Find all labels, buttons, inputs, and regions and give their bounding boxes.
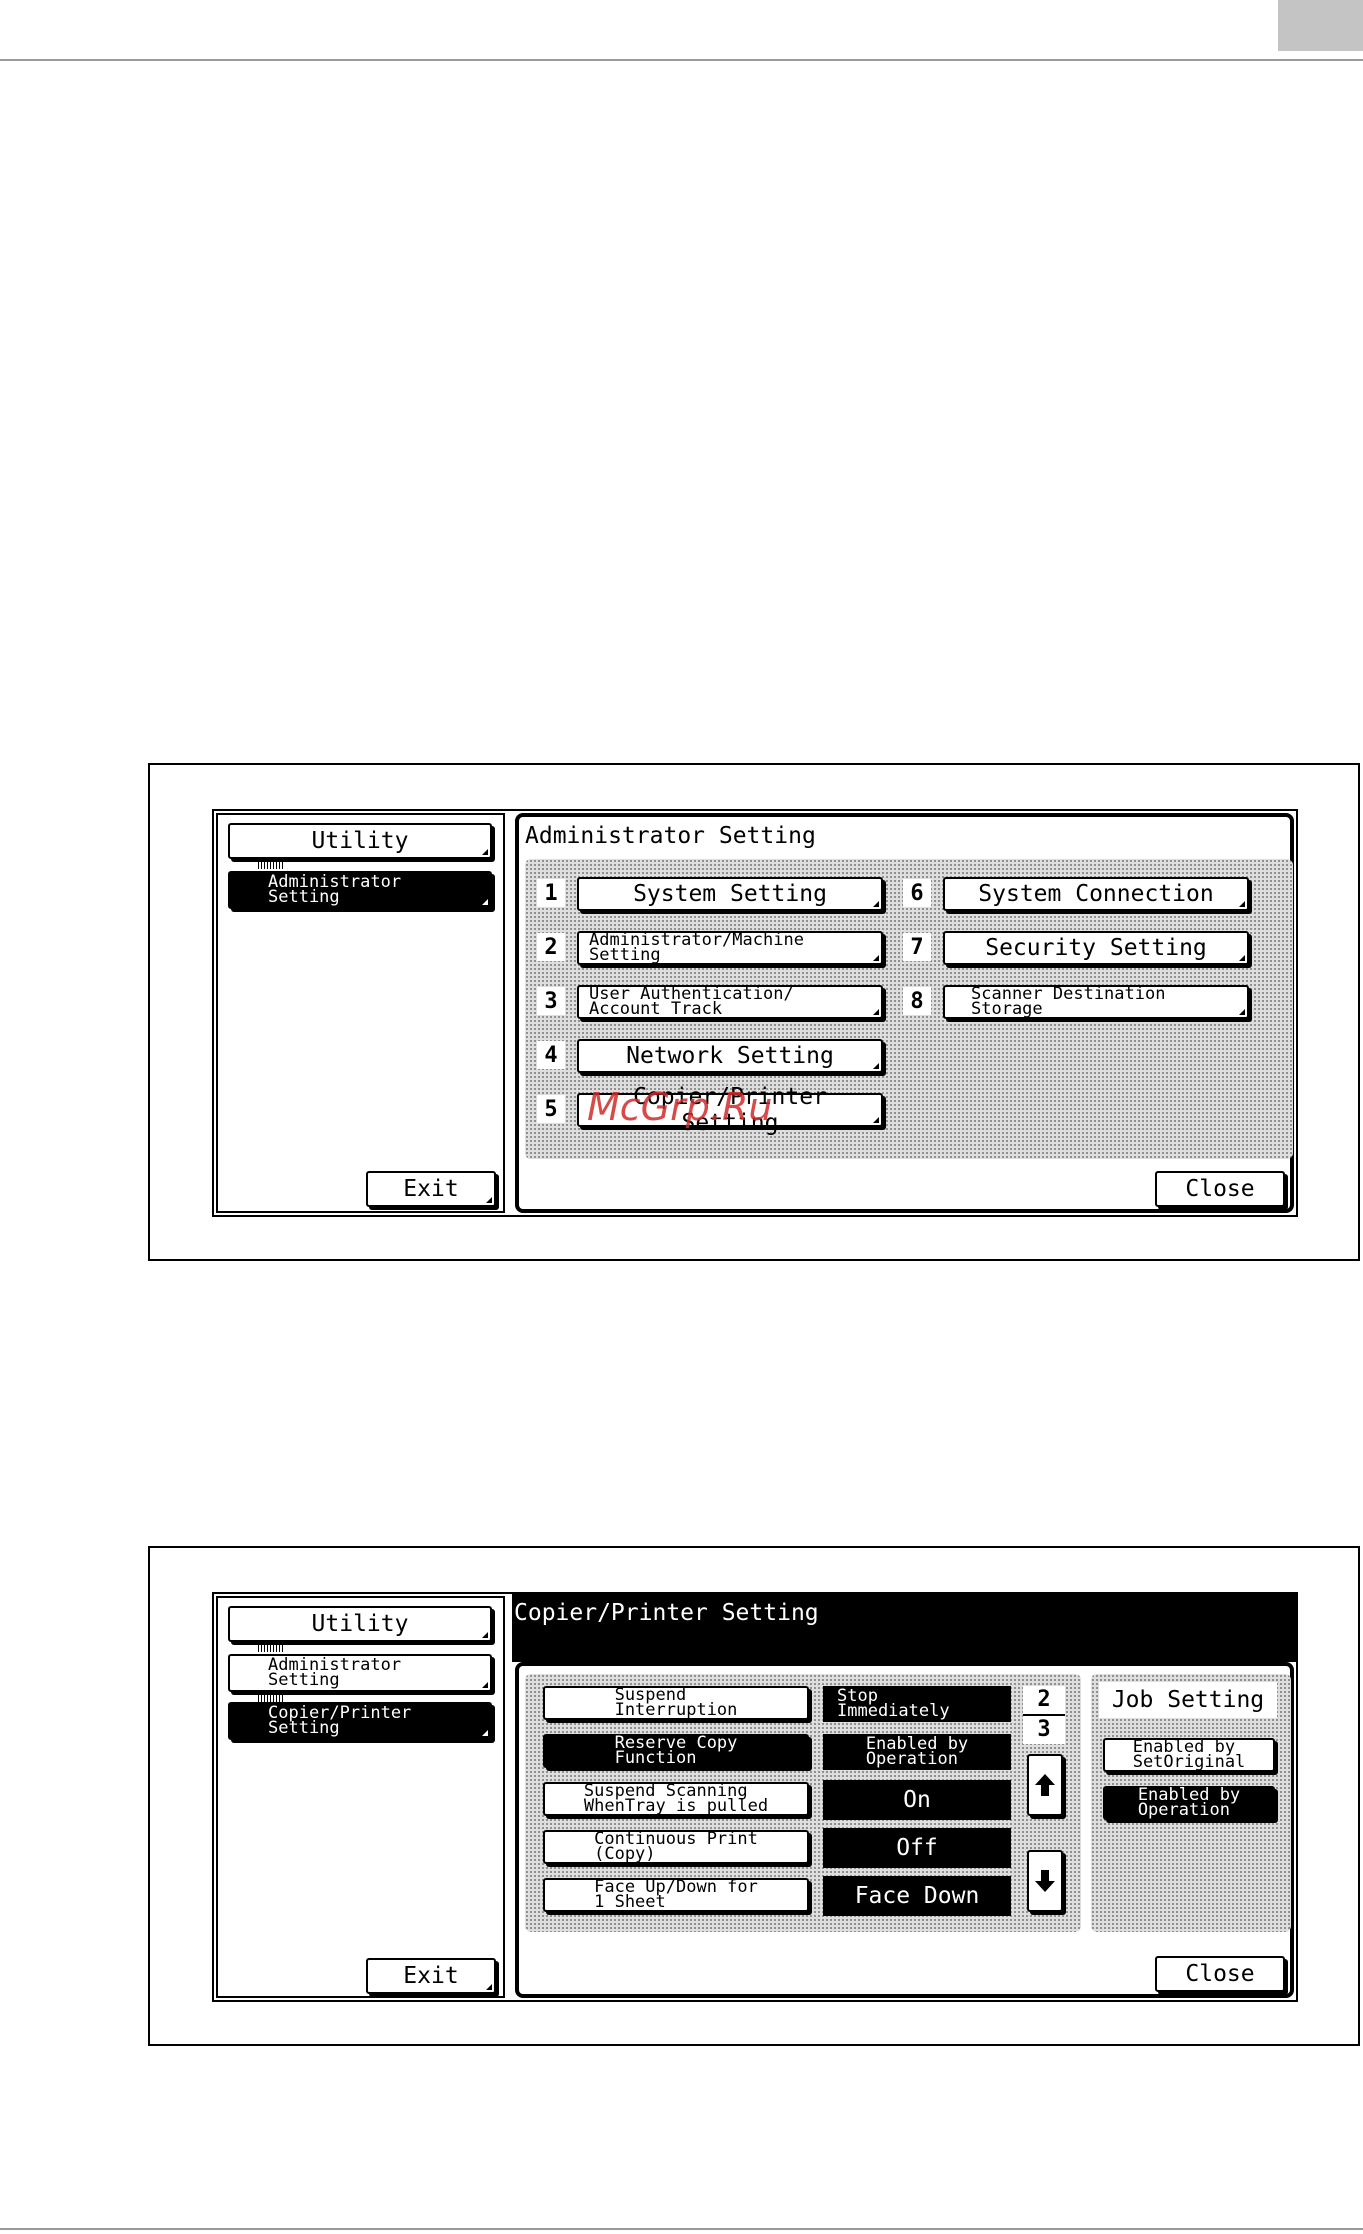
- system-connection-button[interactable]: System Connection: [943, 877, 1249, 911]
- figure-frame-1: Utility Administrator Setting Exit Admin…: [148, 763, 1360, 1261]
- page-title: Administrator Setting: [525, 823, 816, 849]
- item-number: 5: [537, 1095, 565, 1123]
- reserve-copy-function-button[interactable]: Reserve Copy Function: [543, 1734, 809, 1768]
- breadcrumb-connector: [258, 861, 284, 869]
- enabled-by-operation-button[interactable]: Enabled by Operation: [1103, 1786, 1275, 1820]
- administrator-machine-setting-button[interactable]: Administrator/Machine Setting: [577, 931, 883, 965]
- copier-printer-setting-nav[interactable]: Copier/Printer Setting: [228, 1702, 492, 1740]
- user-authentication-account-track-button[interactable]: User Authentication/ Account Track: [577, 985, 883, 1019]
- admin-setting-screen: Utility Administrator Setting Exit Admin…: [212, 809, 1298, 1217]
- job-setting-panel: Job Setting Enabled by SetOriginal Enabl…: [1091, 1674, 1291, 1932]
- left-nav-pane: Utility Administrator Setting Copier/Pri…: [216, 1596, 505, 1998]
- settings-list-area: Suspend Interruption Stop Immediately Re…: [525, 1674, 1081, 1932]
- item-number: 2: [537, 933, 565, 961]
- title-bar: Copier/Printer Setting: [512, 1594, 1296, 1662]
- copier-printer-setting-screen: Utility Administrator Setting Copier/Pri…: [212, 1592, 1298, 2002]
- item-number: 1: [537, 879, 565, 907]
- exit-button[interactable]: Exit: [366, 1171, 496, 1207]
- face-up-down-button[interactable]: Face Up/Down for 1 Sheet: [543, 1878, 809, 1912]
- breadcrumb-connector: [258, 1694, 284, 1702]
- arrow-up-icon: [1035, 1774, 1055, 1796]
- scroll-down-button[interactable]: [1027, 1850, 1063, 1912]
- security-setting-button[interactable]: Security Setting: [943, 931, 1249, 965]
- item-number: 6: [903, 879, 931, 907]
- footer-rule: [0, 2228, 1363, 2230]
- close-button[interactable]: Close: [1155, 1956, 1285, 1992]
- network-setting-button[interactable]: Network Setting: [577, 1039, 883, 1073]
- main-pane: Administrator Setting 1 System Setting 2…: [515, 813, 1294, 1213]
- item-number: 7: [903, 933, 931, 961]
- watermark: McGrp.Ru: [587, 1085, 773, 1129]
- suspend-scanning-button[interactable]: Suspend Scanning WhenTray is pulled: [543, 1782, 809, 1816]
- item-number: 4: [537, 1041, 565, 1069]
- scanner-destination-storage-button[interactable]: Scanner Destination Storage: [943, 985, 1249, 1019]
- menu-grid-area: 1 System Setting 2 Administrator/Machine…: [525, 859, 1293, 1159]
- item-number: 3: [537, 987, 565, 1015]
- administrator-setting-nav[interactable]: Administrator Setting: [228, 871, 492, 909]
- face-up-down-value: Face Down: [823, 1876, 1011, 1916]
- utility-button[interactable]: Utility: [228, 1606, 492, 1642]
- page-counter: 2 3: [1023, 1686, 1065, 1744]
- breadcrumb-connector: [258, 1644, 284, 1652]
- page-current: 2: [1023, 1686, 1065, 1716]
- page-total: 3: [1037, 1717, 1051, 1742]
- close-button[interactable]: Close: [1155, 1171, 1285, 1207]
- enabled-by-setoriginal-button[interactable]: Enabled by SetOriginal: [1103, 1738, 1275, 1772]
- continuous-print-button[interactable]: Continuous Print (Copy): [543, 1830, 809, 1864]
- page-corner-tab: [1278, 0, 1363, 51]
- system-setting-button[interactable]: System Setting: [577, 877, 883, 911]
- suspend-scanning-value: On: [823, 1780, 1011, 1820]
- header-rule: [0, 59, 1363, 61]
- job-setting-title: Job Setting: [1099, 1682, 1277, 1718]
- left-nav-pane: Utility Administrator Setting Exit: [216, 813, 505, 1213]
- utility-button[interactable]: Utility: [228, 823, 492, 859]
- administrator-setting-nav[interactable]: Administrator Setting: [228, 1654, 492, 1692]
- page-title: Copier/Printer Setting: [514, 1600, 819, 1626]
- exit-button[interactable]: Exit: [366, 1958, 496, 1994]
- reserve-copy-function-value: Enabled by Operation: [823, 1734, 1011, 1770]
- main-pane: Suspend Interruption Stop Immediately Re…: [515, 1662, 1294, 1998]
- scroll-up-button[interactable]: [1027, 1754, 1063, 1816]
- item-number: 8: [903, 987, 931, 1015]
- suspend-interruption-value: Stop Immediately: [823, 1686, 1011, 1722]
- suspend-interruption-button[interactable]: Suspend Interruption: [543, 1686, 809, 1720]
- figure-frame-2: Utility Administrator Setting Copier/Pri…: [148, 1546, 1360, 2046]
- continuous-print-value: Off: [823, 1828, 1011, 1868]
- arrow-down-icon: [1035, 1870, 1055, 1892]
